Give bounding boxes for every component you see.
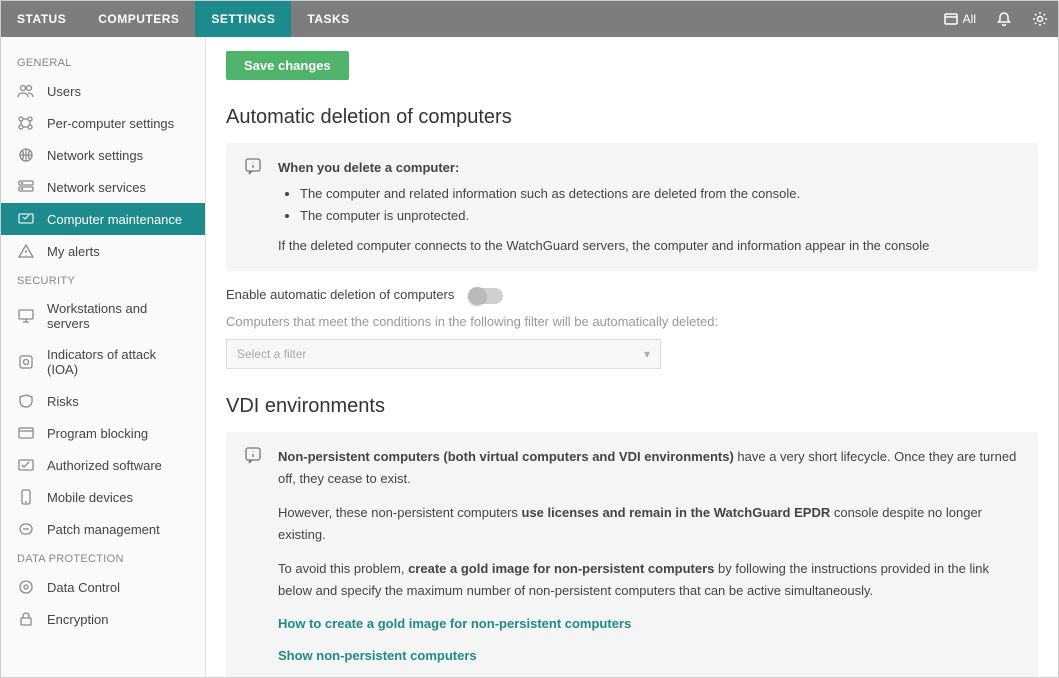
data-icon bbox=[17, 579, 35, 595]
shield-icon bbox=[17, 393, 35, 409]
filter-all-button[interactable]: All bbox=[933, 11, 986, 27]
sidebar-item-program-blocking[interactable]: Program blocking bbox=[1, 417, 205, 449]
tab-computers[interactable]: COMPUTERS bbox=[82, 1, 195, 37]
info-icon bbox=[244, 446, 264, 667]
info-vdi: Non-persistent computers (both virtual c… bbox=[226, 432, 1038, 677]
section-auto-deletion: Automatic deletion of computers bbox=[226, 106, 1038, 129]
topbar: STATUS COMPUTERS SETTINGS TASKS All bbox=[1, 1, 1058, 37]
gear-icon[interactable] bbox=[1022, 1, 1058, 37]
tab-tasks[interactable]: TASKS bbox=[291, 1, 365, 37]
monitor-icon bbox=[17, 308, 35, 324]
lock-icon bbox=[17, 611, 35, 627]
info-icon bbox=[244, 157, 264, 257]
sidebar-item-per-computer[interactable]: Per-computer settings bbox=[1, 107, 205, 139]
sidebar-item-my-alerts[interactable]: My alerts bbox=[1, 235, 205, 267]
group-data-protection: DATA PROTECTION bbox=[1, 545, 205, 571]
info-heading: When you delete a computer: bbox=[278, 157, 1020, 179]
sidebar-item-ioa[interactable]: Indicators of attack (IOA) bbox=[1, 339, 205, 385]
sidebar-item-risks[interactable]: Risks bbox=[1, 385, 205, 417]
group-general: GENERAL bbox=[1, 49, 205, 75]
phone-icon bbox=[17, 489, 35, 505]
sidebar-item-data-control[interactable]: Data Control bbox=[1, 571, 205, 603]
bell-icon[interactable] bbox=[986, 1, 1022, 37]
server-icon bbox=[17, 179, 35, 195]
globe-icon bbox=[17, 147, 35, 163]
check-icon bbox=[17, 457, 35, 473]
nodes-icon bbox=[17, 115, 35, 131]
filter-description: Computers that meet the conditions in th… bbox=[226, 314, 1038, 329]
sidebar-item-encryption[interactable]: Encryption bbox=[1, 603, 205, 635]
sidebar-item-patch-management[interactable]: Patch management bbox=[1, 513, 205, 545]
link-show-nonpersistent[interactable]: Show non-persistent computers bbox=[278, 645, 1020, 667]
sidebar-item-users[interactable]: Users bbox=[1, 75, 205, 107]
main-content: Save changes Automatic deletion of compu… bbox=[206, 37, 1058, 677]
users-icon bbox=[17, 83, 35, 99]
maintenance-icon bbox=[17, 211, 35, 227]
sidebar-item-network-services[interactable]: Network services bbox=[1, 171, 205, 203]
tab-settings[interactable]: SETTINGS bbox=[195, 1, 291, 37]
chevron-down-icon: ▾ bbox=[644, 347, 650, 361]
info-delete-computer: When you delete a computer: The computer… bbox=[226, 143, 1038, 271]
sidebar-item-network-settings[interactable]: Network settings bbox=[1, 139, 205, 171]
sidebar: GENERAL Users Per-computer settings Netw… bbox=[1, 37, 206, 677]
link-gold-image[interactable]: How to create a gold image for non-persi… bbox=[278, 613, 1020, 635]
section-vdi: VDI environments bbox=[226, 395, 1038, 418]
filter-select[interactable]: Select a filter ▾ bbox=[226, 339, 661, 369]
sidebar-item-mobile-devices[interactable]: Mobile devices bbox=[1, 481, 205, 513]
tab-status[interactable]: STATUS bbox=[1, 1, 82, 37]
target-icon bbox=[17, 354, 35, 370]
warning-icon bbox=[17, 243, 35, 259]
patch-icon bbox=[17, 521, 35, 537]
block-icon bbox=[17, 425, 35, 441]
toggle-auto-delete[interactable] bbox=[469, 288, 503, 304]
row-enable-auto-delete: Enable automatic deletion of computers bbox=[226, 287, 1038, 304]
sidebar-item-authorized-software[interactable]: Authorized software bbox=[1, 449, 205, 481]
sidebar-item-workstations[interactable]: Workstations and servers bbox=[1, 293, 205, 339]
save-button[interactable]: Save changes bbox=[226, 51, 349, 80]
group-security: SECURITY bbox=[1, 267, 205, 293]
sidebar-item-computer-maintenance[interactable]: Computer maintenance bbox=[1, 203, 205, 235]
